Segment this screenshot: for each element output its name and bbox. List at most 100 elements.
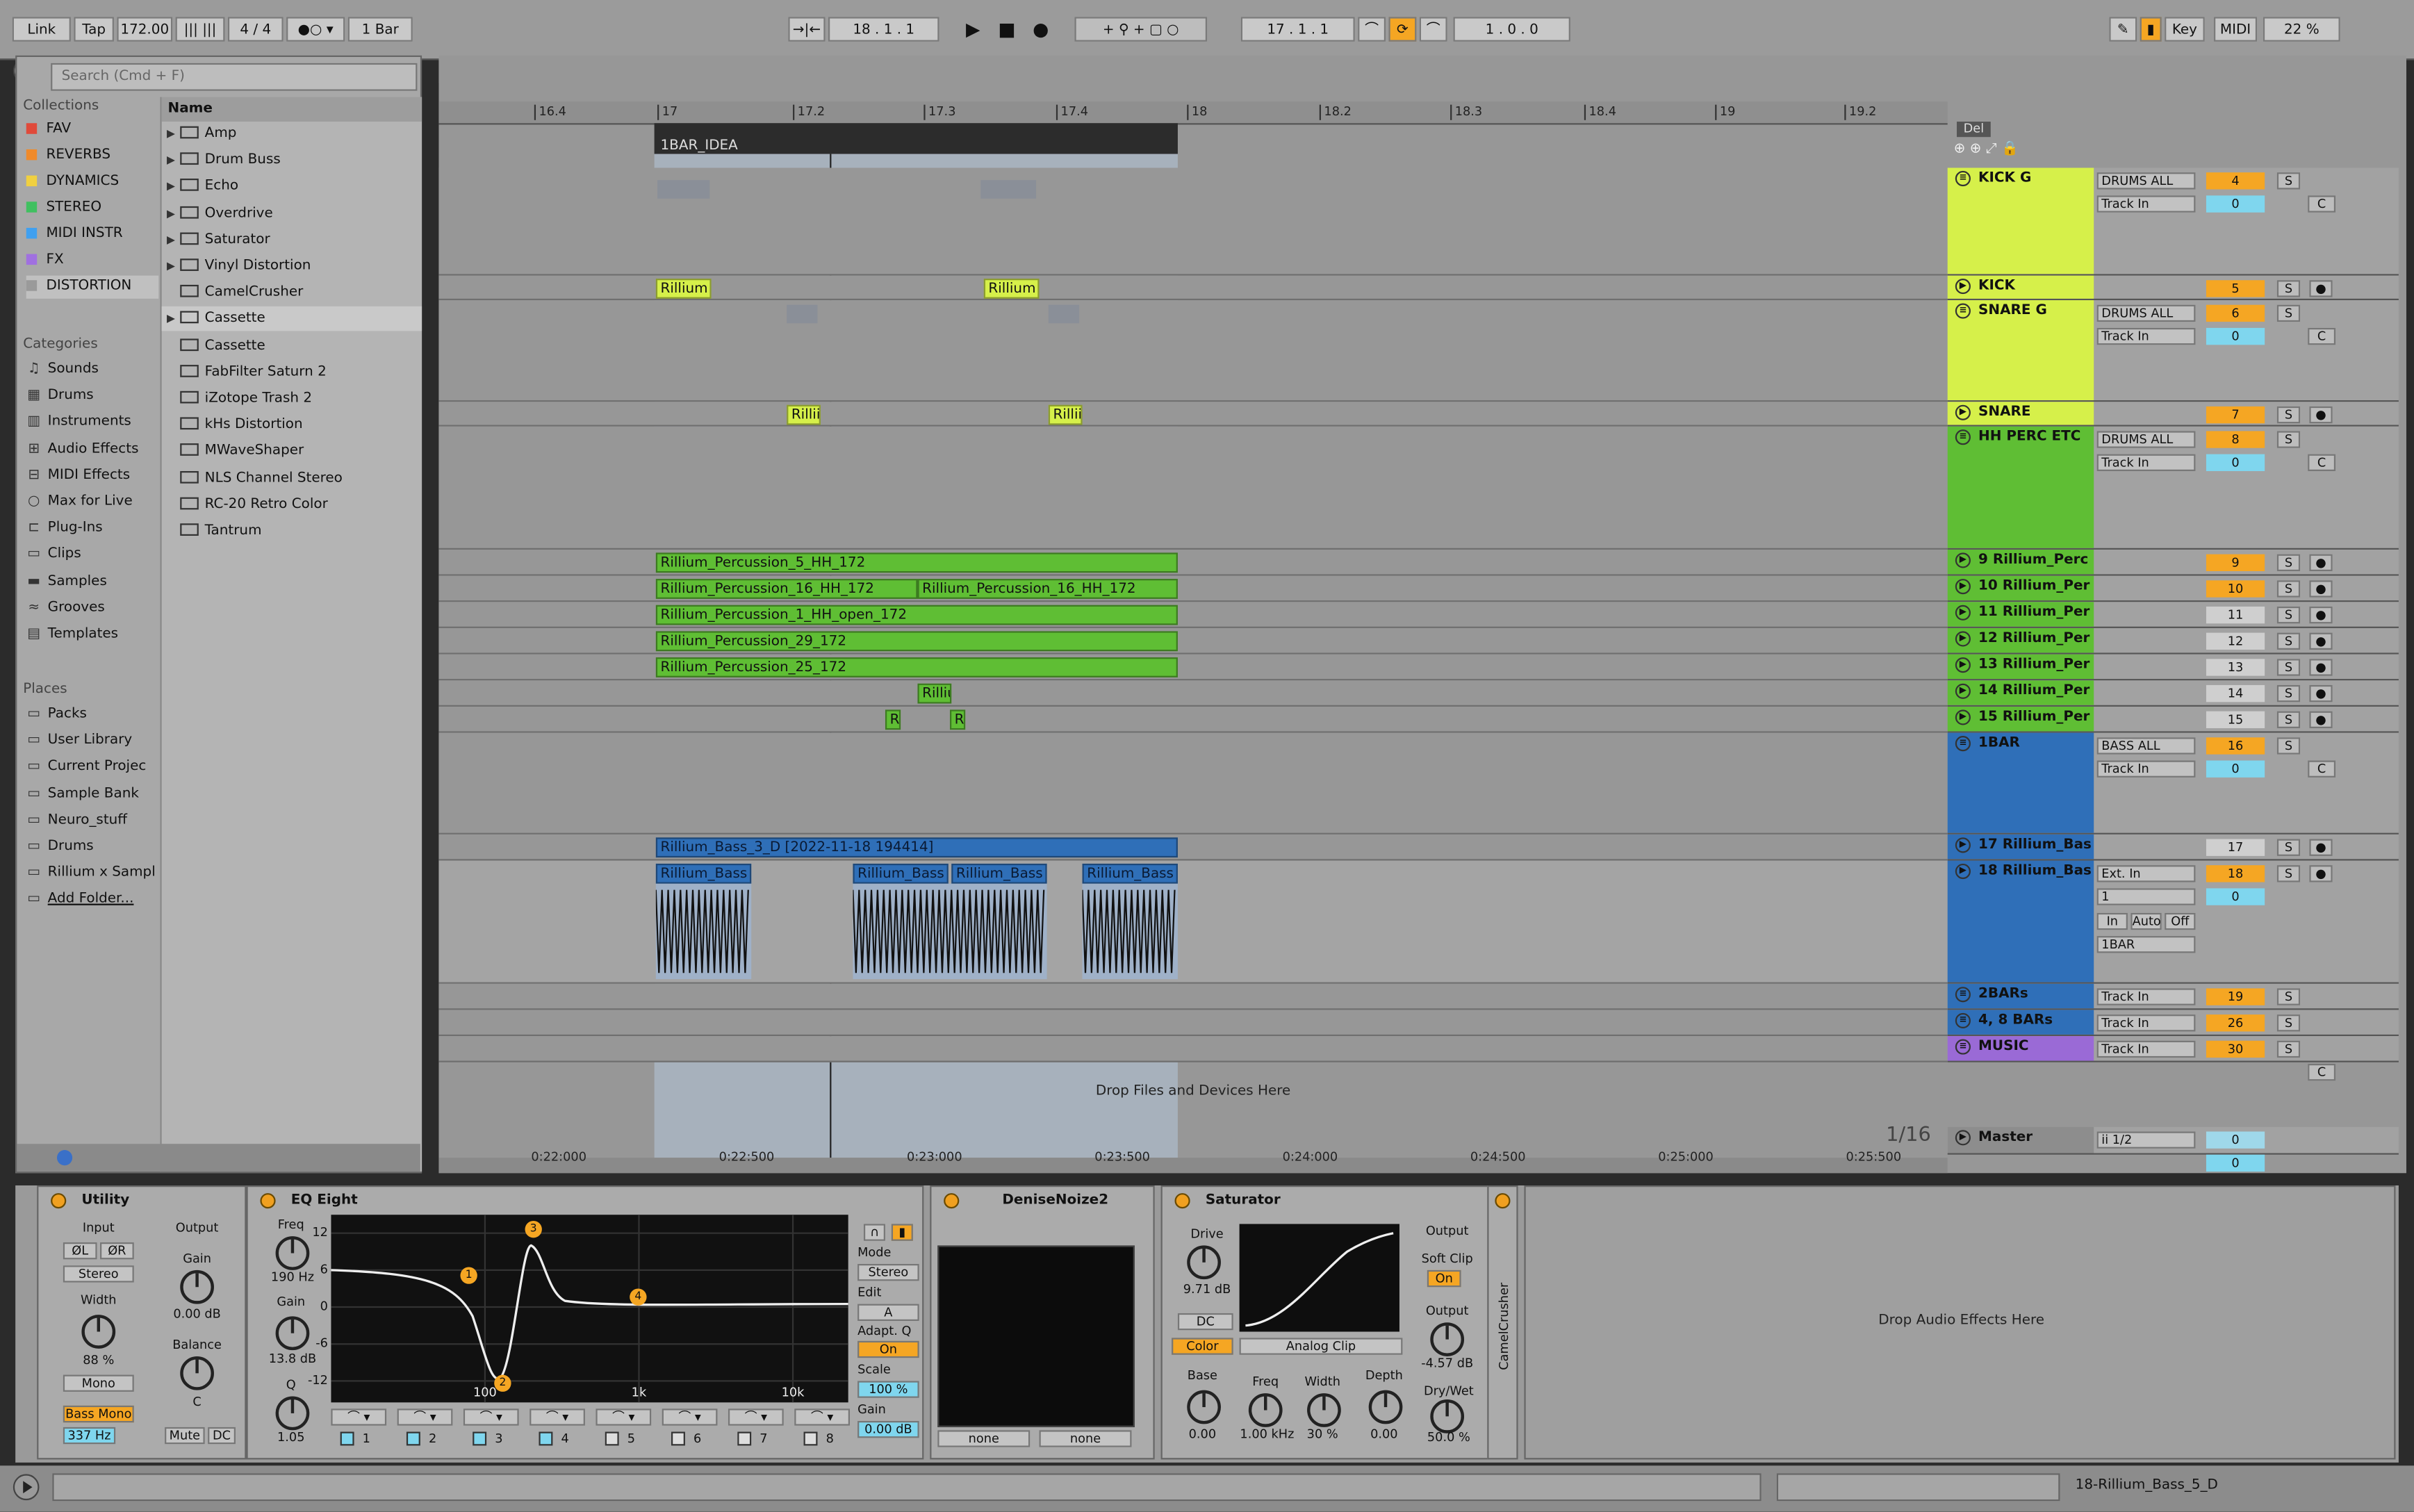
solo-button[interactable]: S [2276,737,2301,755]
track-pan-value[interactable]: 0 [2206,327,2265,345]
drive-value[interactable]: 9.71 dB [1169,1283,1246,1297]
time-marker[interactable]: 0:25:000 [1658,1150,1714,1164]
bar-marker[interactable]: 16.4 [534,104,566,120]
muted-clip[interactable] [787,304,818,324]
link-button[interactable]: Link [12,17,71,42]
channel-mode-select[interactable]: Stereo [63,1265,134,1283]
track-name[interactable]: ≡ MUSIC [1947,1036,2094,1061]
eq-band-8-shape-select[interactable]: ⌒ ▾ [794,1408,851,1426]
track-pan-value[interactable]: 0 [2206,760,2265,778]
sat-width-value[interactable]: 30 % [1292,1427,1354,1441]
expand-arrow-icon[interactable]: ▶ [162,122,181,146]
base-knob[interactable] [1187,1390,1221,1424]
input-routing-select[interactable]: BASS ALL [2096,737,2196,755]
eq-band-5-toggle[interactable] [605,1431,619,1446]
time-marker[interactable]: 0:24:000 [1283,1150,1338,1164]
clip-rillium-percussion-29-172[interactable]: Rillium_Percussion_29_172 [655,631,1178,652]
balance-value[interactable]: C [158,1395,236,1408]
track-lane[interactable] [438,983,1948,1010]
eq-q-value[interactable]: 1.05 [260,1430,322,1444]
bar-marker[interactable]: 17.2 [793,104,825,120]
expand-arrow-icon[interactable]: ▶ [162,174,181,199]
status-play-icon[interactable] [13,1473,40,1501]
track-name[interactable]: ≡ SNARE G [1947,300,2094,401]
color-button[interactable]: Color [1172,1338,1233,1355]
browser-item-cassette[interactable]: ▶ Cassette [161,306,422,332]
track-header-10-rillium-per[interactable]: ▶ 10 Rillium_Per 10 S ● [1947,575,2399,602]
browser-item-drum-buss[interactable]: ▶ Drum Buss [162,148,422,172]
track-activator[interactable]: 30 [2206,1040,2265,1058]
track-activator[interactable]: 4 [2206,172,2265,190]
follow-button[interactable]: →|← [788,17,826,42]
browser-item-mwaveshaper[interactable]: MWaveShaper [162,439,422,463]
group-fold-icon[interactable]: ≡ [1955,303,1971,319]
denise-select-b[interactable]: none [1039,1430,1132,1447]
eq-freq-knob[interactable] [275,1236,310,1270]
eq-gain-knob[interactable] [275,1316,310,1351]
track-play-icon[interactable]: ▶ [1955,579,1971,595]
eq-display[interactable] [331,1215,848,1403]
key-map-button[interactable]: Key [2165,17,2205,42]
place-sample-bank[interactable]: ▭ Sample Bank [26,783,159,806]
clip-rillium[interactable]: Rillium [655,279,712,299]
track-header-4-8-bars[interactable]: ≡4, 8 BARsTrack In26SC [1947,1010,2399,1055]
expand-arrow-icon[interactable]: ▶ [162,307,181,331]
track-header-kick[interactable]: ▶ KICK 5 S ● [1947,275,2399,301]
eq-band-4-shape-select[interactable]: ⌒ ▾ [529,1408,585,1426]
browser-item-fabfilter-saturn-2[interactable]: FabFilter Saturn 2 [162,360,422,384]
solo-button[interactable]: S [2276,406,2301,424]
input-routing-select[interactable]: DRUMS ALL [2096,304,2196,322]
track-activator[interactable]: 17 [2206,839,2265,856]
sat-width-knob[interactable] [1307,1393,1341,1427]
browser-item-nls-channel-stereo[interactable]: NLS Channel Stereo [162,466,422,490]
collection-stereo[interactable]: STEREO [26,197,159,220]
loop-start-field[interactable]: 17 . 1 . 1 [1240,17,1355,42]
track-activator[interactable]: 26 [2206,1014,2265,1032]
bass-mono-freq[interactable]: 337 Hz [63,1427,116,1445]
arm-button[interactable]: ● [2309,632,2333,650]
browser-item-amp[interactable]: ▶ Amp [162,122,422,146]
depth-value[interactable]: 0.00 [1354,1427,1415,1441]
track-activator[interactable]: 8 [2206,431,2265,448]
punch-out-icon[interactable]: ⌒ [1419,17,1447,42]
solo-button[interactable]: S [2276,711,2301,728]
input-routing-select[interactable]: Ext. In [2096,865,2196,882]
solo-button[interactable]: S [2276,280,2301,297]
search-input[interactable]: Search (Cmd + F) [51,63,418,91]
track-activator[interactable]: 12 [2206,632,2265,650]
group-fold-icon[interactable]: ≡ [1955,429,1971,445]
clip-rillium-percussion-5-hh-172[interactable]: Rillium_Percussion_5_HH_172 [655,552,1178,573]
expand-arrow-icon[interactable]: ▶ [162,201,181,225]
track-pan-value[interactable]: 0 [2206,1154,2265,1172]
browser-item-tantrum[interactable]: Tantrum [162,519,422,543]
track-activator[interactable]: 9 [2206,554,2265,571]
track-pan-value[interactable]: 0 [2206,195,2265,213]
arm-button[interactable]: ● [2309,711,2333,728]
track-play-icon[interactable]: ▶ [1955,683,1971,699]
eq-headphones-icon[interactable]: ∩ [863,1224,885,1241]
clip-rilliu[interactable]: Rilliu [917,683,952,704]
track-header-music[interactable]: ≡ MUSIC Track In 30 S C [1947,1036,2399,1081]
clip-rillium-percussion-16-hh-172[interactable]: Rillium_Percussion_16_HH_172 [917,579,1178,599]
eq-node-4[interactable]: 4 [630,1288,647,1306]
loop-brace[interactable]: 1BAR_IDEA [654,123,1178,154]
track-header-11-rillium-per[interactable]: ▶ 11 Rillium_Per 11 S ● [1947,602,2399,628]
groove-pool-icon[interactable] [56,1150,73,1166]
eq-band-2-shape-select[interactable]: ⌒ ▾ [397,1408,453,1426]
eq-edit-select[interactable]: A [857,1304,919,1321]
clip-r[interactable]: R [950,709,966,730]
clip-rillii[interactable]: Rillii [787,404,821,425]
clip-rillium-bass-3-d-2022-11-18-194414[interactable]: Rillium_Bass_3_D [2022-11-18 194414] [655,837,1178,858]
output-knob[interactable] [1430,1322,1465,1356]
category-templates[interactable]: ▤ Templates [26,623,159,646]
dc-button[interactable]: DC [208,1427,236,1445]
track-header-tools[interactable]: ⊕ ⊕ ⤢ 🔒 [1954,142,2092,161]
track-play-icon[interactable]: ▶ [1955,631,1971,647]
saturation-type-select[interactable]: Analog Clip [1239,1338,1403,1355]
track-activator[interactable]: 0 [2206,1131,2265,1149]
track-header-12-rillium-per[interactable]: ▶ 12 Rillium_Per 12 S ● [1947,627,2399,655]
track-activator[interactable]: 5 [2206,280,2265,297]
eq-out-gain-value[interactable]: 0.00 dB [857,1420,919,1438]
track-pan-value[interactable]: 0 [2206,454,2265,471]
eq-band-2-toggle[interactable] [406,1431,420,1446]
